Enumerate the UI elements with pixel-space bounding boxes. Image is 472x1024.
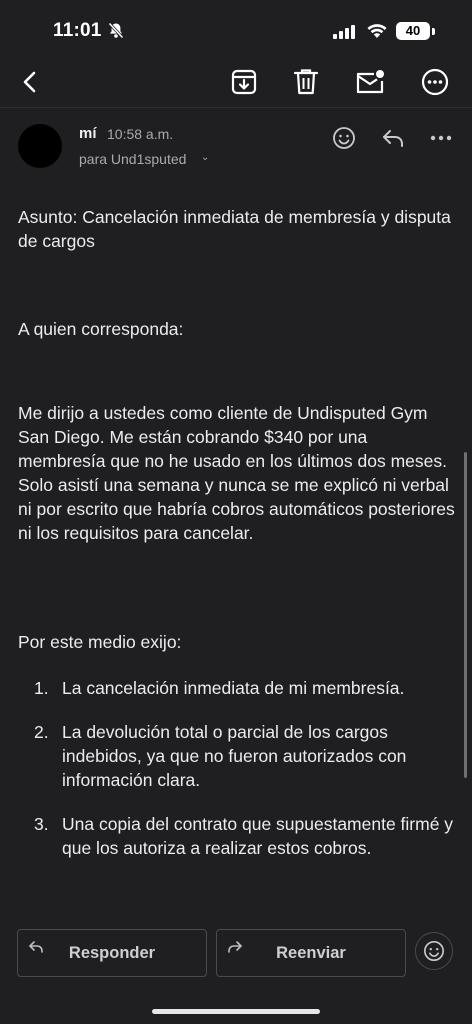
toolbar-divider (0, 107, 472, 108)
sender-name: mí (79, 125, 97, 142)
list-item: 1. La cancelación inmediata de mi membre… (0, 676, 462, 700)
list-item: 2. La devolución total o parcial de los … (0, 720, 462, 792)
email-greeting: A quien corresponda: (18, 319, 184, 339)
demand-intro: Por este medio exijo: (18, 632, 182, 652)
list-text: La devolución total o parcial de los car… (62, 722, 407, 790)
trash-icon[interactable] (288, 64, 324, 100)
battery-terminal (432, 28, 435, 35)
sent-time: 10:58 a.m. (107, 126, 174, 142)
bell-slash-icon (108, 22, 124, 44)
battery-icon: 40 (396, 22, 430, 40)
list-text: Una copia del contrato que supuestamente… (62, 814, 454, 858)
email-toolbar (0, 58, 472, 108)
scrollbar[interactable] (464, 452, 467, 778)
back-icon[interactable] (12, 64, 48, 100)
forward-button[interactable]: Reenviar (216, 929, 406, 977)
emoji-react-button[interactable] (415, 932, 453, 970)
recipient-line[interactable]: para Und1sputed (79, 151, 186, 167)
list-number: 1. (34, 678, 49, 698)
archive-icon[interactable] (226, 64, 262, 100)
more-icon[interactable] (417, 64, 453, 100)
email-paragraph: Me dirijo a ustedes como cliente de Undi… (18, 403, 455, 543)
reply-button[interactable]: Responder (17, 929, 207, 977)
list-number: 2. (34, 722, 49, 742)
chevron-down-icon[interactable]: ⌄ (201, 152, 209, 163)
cellular-signal-icon (333, 25, 357, 44)
status-bar: 11:01 40 (0, 0, 472, 58)
reply-icon[interactable] (377, 122, 409, 154)
wifi-icon (366, 22, 388, 44)
mark-unread-icon[interactable] (352, 64, 388, 100)
avatar[interactable] (18, 124, 62, 168)
emoji-reaction-icon[interactable] (328, 122, 360, 154)
list-text: La cancelación inmediata de mi membresía… (62, 678, 405, 698)
more-horizontal-icon[interactable] (425, 122, 457, 154)
email-subject-line: Asunto: Cancelación inmediata de membres… (18, 207, 451, 251)
forward-label: Reenviar (276, 944, 346, 962)
smiley-icon (424, 941, 444, 961)
list-number: 3. (34, 814, 49, 834)
list-item: 3. Una copia del contrato que supuestame… (0, 812, 462, 860)
home-indicator[interactable] (152, 1009, 320, 1014)
status-time: 11:01 (53, 20, 102, 41)
demand-list: 1. La cancelación inmediata de mi membre… (0, 676, 472, 880)
reply-label: Responder (68, 944, 156, 962)
